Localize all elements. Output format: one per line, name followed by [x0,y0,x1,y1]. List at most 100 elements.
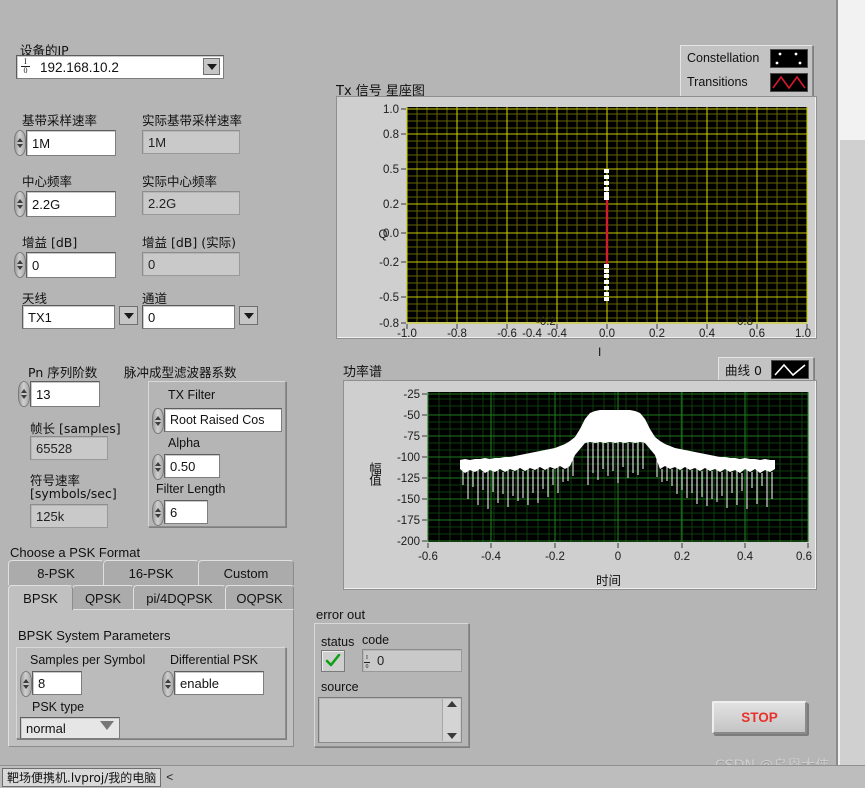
gain-stepper[interactable] [14,252,26,278]
zigzag-red-swatch [770,72,808,92]
tab-pi4dqpsk[interactable]: pi/4DQPSK [133,585,226,610]
svg-text:-0.2: -0.2 [545,551,565,563]
differential-psk-input[interactable]: enable [174,671,264,695]
right-strip-top [840,0,865,140]
spectrum-legend[interactable]: 曲线 0 [718,357,814,382]
svg-text:0.2: 0.2 [674,551,690,563]
tab-qpsk[interactable]: QPSK [72,585,134,610]
alpha-stepper[interactable] [152,454,164,480]
baseband-rate-input[interactable]: 1M [26,130,116,156]
svg-text:0.0: 0.0 [599,328,615,338]
actual-baseband-rate-value: 1M [142,130,240,154]
tab-8-psk[interactable]: 8-PSK [8,560,104,585]
chevron-up-icon[interactable] [446,701,457,707]
pulse-filter-group-label: 脉冲成型滤波器系数 [124,365,237,380]
pn-order-input[interactable]: 13 [30,381,100,407]
antenna-select[interactable]: TX1 [22,305,115,329]
center-frequency-input[interactable]: 2.2G [26,191,116,217]
frame-length-value: 65528 [30,436,108,460]
psk-format-group-label: Choose a PSK Format [10,545,141,560]
gain-input[interactable]: 0 [26,252,116,278]
svg-text:-0.5: -0.5 [379,292,399,304]
filter-length-input[interactable]: 6 [164,500,208,524]
tab-oqpsk[interactable]: OQPSK [225,585,294,610]
svg-text:0.5: 0.5 [383,164,399,176]
constellation-legend[interactable]: Constellation Transitions [680,45,813,97]
stop-button[interactable]: STOP [712,701,807,734]
error-source-label: source [321,680,359,694]
tab-16-psk[interactable]: 16-PSK [103,560,199,585]
svg-text:-125: -125 [397,473,420,485]
svg-text:0.4: 0.4 [737,551,754,563]
tab-bpsk[interactable]: BPSK [8,585,73,610]
legend-item-transitions[interactable]: Transitions [681,70,812,94]
actual-center-frequency-value: 2.2G [142,191,240,215]
psk-type-chevron-down-icon[interactable] [100,721,114,730]
tx-filter-stepper[interactable] [152,408,164,434]
svg-text:-0.8: -0.8 [379,318,399,330]
chevron-down-icon[interactable] [446,733,457,739]
differential-psk-stepper[interactable] [162,671,174,697]
baseband-rate-stepper[interactable] [14,130,26,156]
error-source-scrollbar[interactable] [442,699,460,741]
bpsk-params-label: BPSK System Parameters [18,628,171,643]
actual-baseband-rate-label: 实际基带采样速率 [142,113,243,128]
symbol-rate-unit-label: [symbols/sec] [30,486,117,501]
antenna-dropdown-icon[interactable] [119,306,138,325]
spectrum-xaxis-label: 时间 [596,573,622,588]
samples-per-symbol-stepper[interactable] [20,671,32,697]
pn-order-stepper[interactable] [18,381,30,407]
center-frequency-label: 中心频率 [22,174,73,189]
svg-text:0: 0 [615,551,621,563]
io-icon: I0 [21,58,30,75]
svg-text:-100: -100 [397,452,420,464]
channel-select[interactable]: 0 [142,305,235,329]
svg-text:0.8: 0.8 [383,129,399,141]
svg-text:-25: -25 [403,389,420,401]
actual-center-frequency-label: 实际中心频率 [142,174,218,189]
svg-text:-0.6: -0.6 [497,328,517,338]
psk-type-label: PSK type [32,700,85,714]
constellation-xtick-neg02: -0.2 [536,316,556,328]
svg-text:0.2: 0.2 [383,199,399,211]
tab-custom[interactable]: Custom [198,560,294,585]
svg-text:-0.6: -0.6 [418,551,438,563]
spectrum-graph[interactable]: -25 -50 -75 -100 -125 -150 -175 -200 -0.… [343,380,817,590]
svg-text:-175: -175 [397,515,420,527]
samples-per-symbol-input[interactable]: 8 [32,671,82,695]
zigzag-red-icon [772,75,806,89]
gain-label: 增益 [dB] [22,235,78,250]
statusbar-chevron-icon[interactable]: < [166,770,173,784]
error-status-led[interactable] [321,650,345,672]
svg-text:-75: -75 [403,431,420,443]
error-code-io-icon: I0 [364,655,370,670]
right-strip [840,140,865,765]
center-frequency-stepper[interactable] [14,191,26,217]
constellation-graph[interactable]: 1.0 0.8 0.5 0.2 0.0 -0.2 -0.5 -0.8 Q -1.… [336,96,817,340]
legend-label-curve0: 曲线 0 [725,363,762,378]
constellation-xaxis-label: I [598,345,602,359]
legend-item-curve0[interactable]: 曲线 0 [719,358,813,381]
error-source-textbox[interactable] [318,697,462,743]
error-code-label: code [362,633,390,647]
dots-swatch [770,48,808,68]
svg-text:Q: Q [379,229,388,241]
device-ip-input[interactable]: 192.168.10.2 [16,55,224,79]
zigzag-white-icon [774,363,806,377]
actual-gain-label: 增益 [dB] (实际) [142,235,236,250]
filter-length-stepper[interactable] [152,500,164,526]
device-ip-dropdown-icon[interactable] [203,58,220,75]
alpha-input[interactable]: 0.50 [164,454,220,478]
channel-dropdown-icon[interactable] [239,306,258,325]
project-path[interactable]: 靶场便携机.lvproj/我的电脑 [2,767,162,787]
error-out-title: error out [316,607,366,622]
legend-item-constellation[interactable]: Constellation [681,46,812,70]
zigzag-white-swatch [771,360,809,379]
legend-label-constellation: Constellation [687,51,760,65]
tx-filter-input[interactable]: Root Raised Cos [164,408,282,432]
frame-length-label: 帧长 [samples] [30,421,121,436]
statusbar: 靶场便携机.lvproj/我的电脑 < [0,765,865,788]
svg-text:-0.4: -0.4 [522,328,542,338]
spectrum-yaxis-label: 幅值 [367,462,382,485]
symbol-rate-value: 125k [30,504,108,528]
